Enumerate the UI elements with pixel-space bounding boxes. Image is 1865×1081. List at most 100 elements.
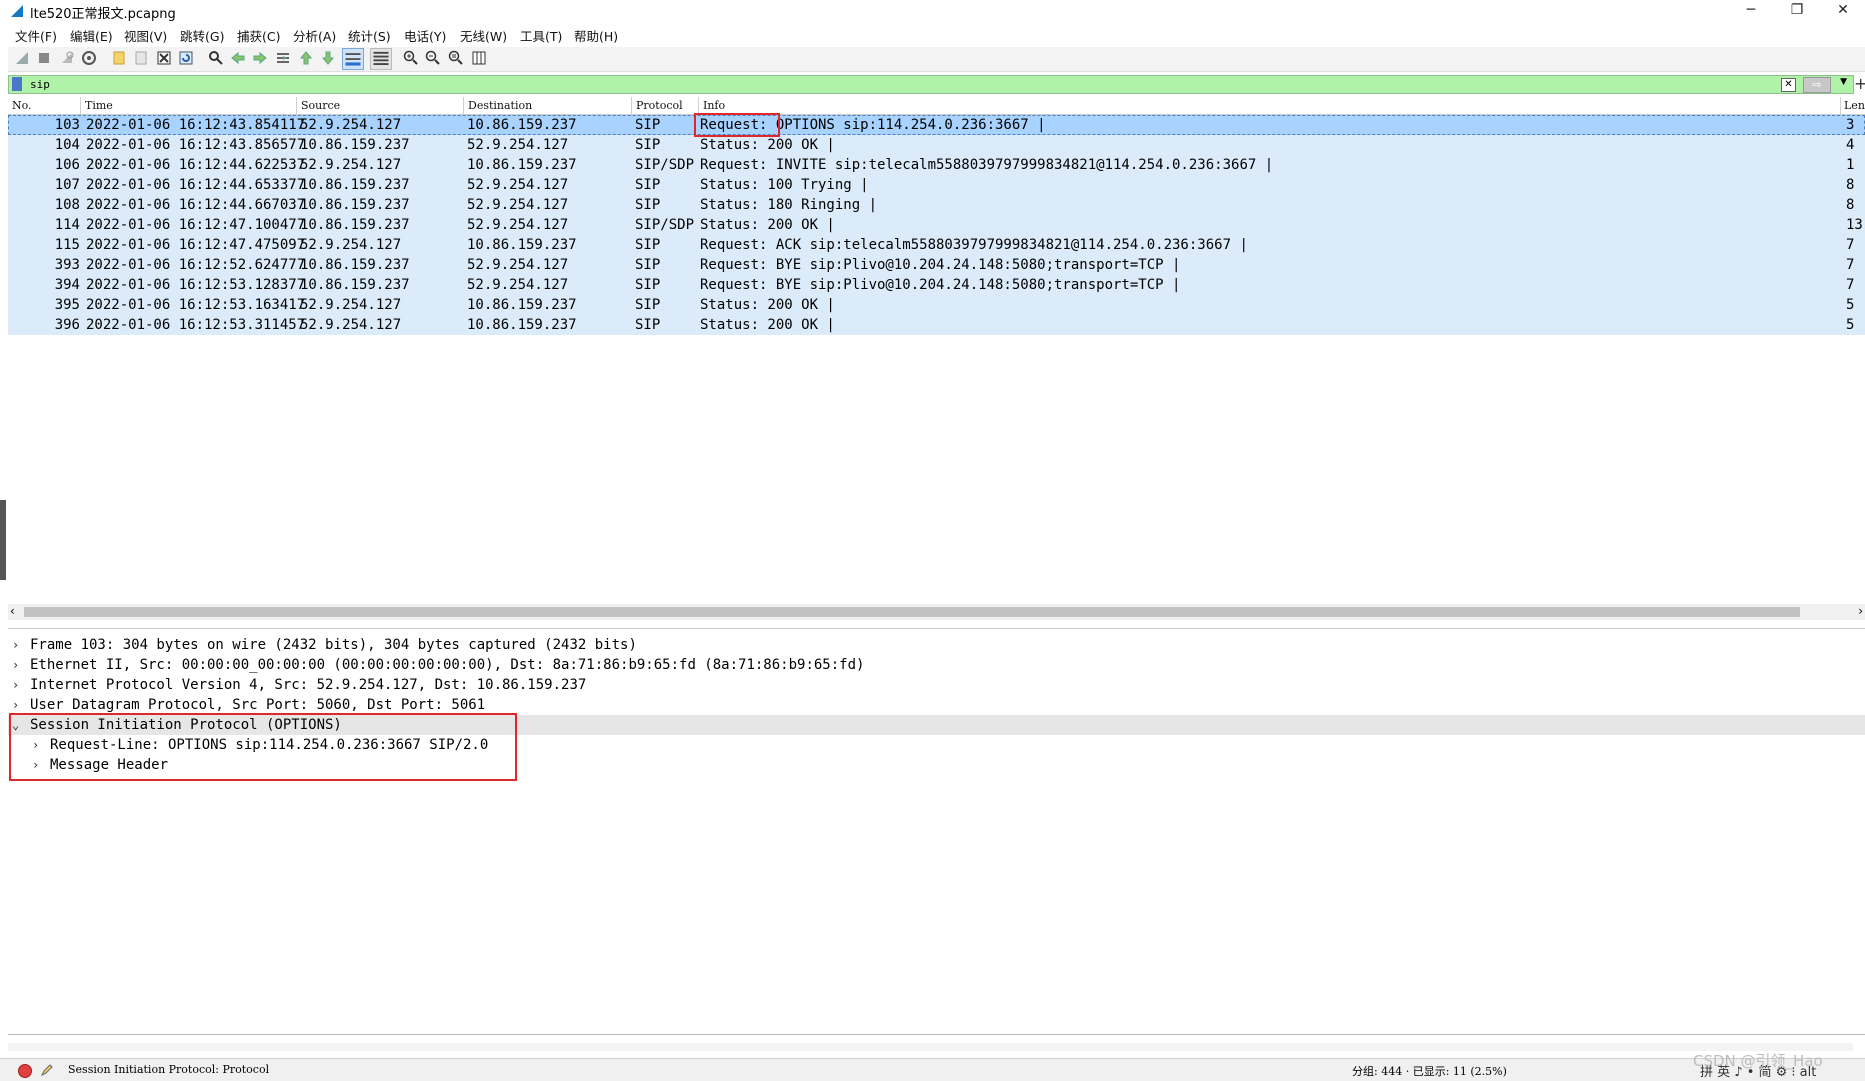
packet-length: 4 (1846, 137, 1855, 153)
go-last-packet-icon[interactable] (320, 50, 336, 66)
packet-row[interactable]: 106 2022-01-06 16:12:44.622537 52.9.254.12… (8, 155, 1865, 175)
packet-info: Status: 200 OK | (700, 217, 835, 233)
packet-destination: 52.9.254.127 (467, 137, 569, 153)
menu-tools[interactable]: 工具(T) (520, 26, 562, 45)
packet-length: 8 (1846, 177, 1855, 193)
packet-source: 52.9.254.127 (300, 297, 402, 313)
capture-options-icon[interactable] (81, 50, 97, 66)
go-first-packet-icon[interactable] (298, 50, 314, 66)
packet-row[interactable]: 114 2022-01-06 16:12:47.100477 10.86.159.2… (8, 215, 1865, 235)
edit-comment-icon[interactable] (40, 1063, 54, 1077)
menu-statistics[interactable]: 统计(S) (348, 26, 391, 45)
chevron-right-icon[interactable]: › (12, 675, 19, 695)
packet-length: 5 (1846, 297, 1855, 313)
detail-row[interactable]: › Frame 103: 304 bytes on wire (2432 bits… (8, 635, 1865, 655)
packet-source: 10.86.159.237 (300, 257, 410, 273)
menu-telephony[interactable]: 电话(Y) (404, 26, 446, 45)
packet-info: Request: BYE sip:Plivo@10.204.24.148:508… (700, 277, 1181, 293)
packet-row[interactable]: 103 2022-01-06 16:12:43.854117 52.9.254.12… (8, 115, 1865, 135)
packet-protocol: SIP (635, 137, 661, 153)
menu-capture[interactable]: 捕获(C) (237, 26, 280, 45)
zoom-in-icon[interactable] (403, 50, 419, 66)
column-length[interactable]: Leng (1844, 99, 1865, 112)
chevron-right-icon[interactable]: › (12, 695, 19, 715)
bytes-hscrollbar[interactable] (8, 1043, 1853, 1051)
packet-length: 7 (1846, 257, 1855, 273)
packet-row[interactable]: 395 2022-01-06 16:12:53.163417 52.9.254.12… (8, 295, 1865, 315)
chevron-right-icon[interactable]: › (12, 635, 19, 655)
packet-row[interactable]: 115 2022-01-06 16:12:47.475097 52.9.254.12… (8, 235, 1865, 255)
status-message: Session Initiation Protocol: Protocol (68, 1063, 270, 1076)
close-file-icon[interactable] (156, 50, 172, 66)
column-no[interactable]: No. (12, 99, 32, 112)
scroll-thumb[interactable] (24, 607, 1800, 617)
menu-help[interactable]: 帮助(H) (574, 26, 618, 45)
go-back-icon[interactable] (230, 50, 246, 66)
packet-info: Status: 200 OK | (700, 297, 835, 313)
menu-wireless[interactable]: 无线(W) (460, 26, 507, 45)
column-destination[interactable]: Destination (468, 99, 532, 112)
chevron-left-icon[interactable]: ‹ (10, 604, 15, 618)
column-time[interactable]: Time (85, 99, 113, 112)
maximize-button[interactable]: ❐ (1774, 0, 1820, 22)
open-file-icon[interactable] (111, 50, 127, 66)
chevron-right-icon[interactable]: › (1858, 604, 1863, 618)
packet-row[interactable]: 107 2022-01-06 16:12:44.653377 10.86.159.2… (8, 175, 1865, 195)
packet-time: 2022-01-06 16:12:44.653377 (86, 177, 306, 193)
packet-info: Request: ACK sip:telecalm558803979799983… (700, 237, 1248, 253)
autoscroll-icon[interactable] (342, 48, 364, 70)
stop-capture-icon[interactable] (36, 50, 52, 66)
packet-row[interactable]: 394 2022-01-06 16:12:53.128377 10.86.159.2… (8, 275, 1865, 295)
packet-time: 2022-01-06 16:12:43.854117 (86, 117, 306, 133)
packet-length: 1 (1846, 157, 1855, 173)
minimize-button[interactable]: ─ (1728, 0, 1774, 22)
go-forward-icon[interactable] (252, 50, 268, 66)
column-source[interactable]: Source (301, 99, 340, 112)
expert-info-icon[interactable] (18, 1064, 32, 1078)
find-packet-icon[interactable] (208, 50, 224, 66)
packet-time: 2022-01-06 16:12:47.475097 (86, 237, 306, 253)
column-protocol[interactable]: Protocol (636, 99, 683, 112)
restart-capture-icon[interactable] (59, 50, 75, 66)
menu-file[interactable]: 文件(F) (15, 26, 57, 45)
chevron-right-icon[interactable]: › (12, 655, 19, 675)
packet-length: 7 (1846, 277, 1855, 293)
detail-row[interactable]: › Ethernet II, Src: 00:00:00_00:00:00 (00… (8, 655, 1865, 675)
detail-row[interactable]: › User Datagram Protocol, Src Port: 5060,… (8, 695, 1865, 715)
zoom-out-icon[interactable] (425, 50, 441, 66)
reload-file-icon[interactable] (178, 50, 194, 66)
menu-go[interactable]: 跳转(G) (180, 26, 224, 45)
packet-length: 8 (1846, 197, 1855, 213)
packet-row[interactable]: 108 2022-01-06 16:12:44.667037 10.86.159.2… (8, 195, 1865, 215)
apply-filter-icon[interactable]: ⇨ (1803, 77, 1831, 93)
column-info[interactable]: Info (703, 99, 725, 112)
packet-row[interactable]: 393 2022-01-06 16:12:52.624777 10.86.159.2… (8, 255, 1865, 275)
close-button[interactable]: ✕ (1820, 0, 1865, 22)
save-file-icon[interactable] (133, 50, 149, 66)
left-edge-strip (0, 500, 6, 580)
menu-view[interactable]: 视图(V) (124, 26, 167, 45)
menu-analyze[interactable]: 分析(A) (293, 26, 336, 45)
detail-row[interactable]: › Internet Protocol Version 4, Src: 52.9.… (8, 675, 1865, 695)
packet-info: Request: INVITE sip:telecalm558803979799… (700, 157, 1274, 173)
colorize-icon[interactable] (370, 48, 392, 70)
packet-row[interactable]: 104 2022-01-06 16:12:43.856577 10.86.159.2… (8, 135, 1865, 155)
go-to-packet-icon[interactable] (275, 50, 291, 66)
main-toolbar (8, 47, 1865, 72)
menu-edit[interactable]: 编辑(E) (70, 26, 113, 45)
packet-row[interactable]: 396 2022-01-06 16:12:53.311457 52.9.254.12… (8, 315, 1865, 335)
start-capture-icon[interactable] (14, 50, 30, 66)
add-filter-button[interactable]: + (1854, 74, 1865, 93)
display-filter-bar: ✕ ⇨ ▼ (8, 75, 1854, 94)
zoom-reset-icon[interactable] (448, 50, 464, 66)
resize-columns-icon[interactable] (471, 50, 487, 66)
clear-filter-icon[interactable]: ✕ (1781, 78, 1796, 92)
packet-destination: 10.86.159.237 (467, 157, 577, 173)
display-filter-input[interactable] (30, 76, 1530, 93)
packet-list: No. Time Source Destination Protocol Inf… (8, 97, 1865, 607)
filter-bookmark-icon[interactable] (12, 77, 22, 91)
packet-list-hscrollbar[interactable]: ‹ › (8, 604, 1865, 620)
packet-source: 10.86.159.237 (300, 137, 410, 153)
packet-protocol: SIP (635, 237, 661, 253)
chevron-down-icon[interactable]: ▼ (1840, 77, 1847, 87)
